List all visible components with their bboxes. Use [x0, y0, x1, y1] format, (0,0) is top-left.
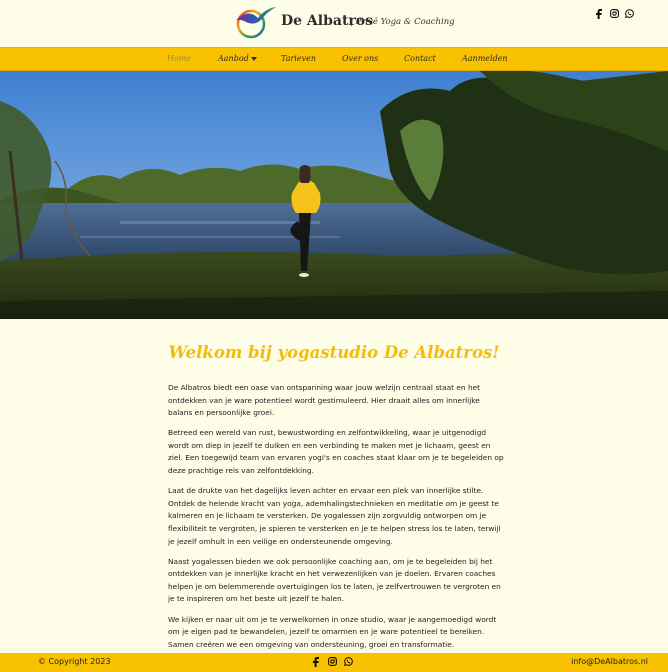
hero-image: [0, 71, 668, 319]
footer-social-links: [311, 656, 353, 667]
paragraph: Naast yogalessen bieden we ook persoonli…: [168, 556, 501, 604]
nav-item-aanbod[interactable]: Aanbod: [218, 54, 257, 63]
whatsapp-icon[interactable]: [624, 8, 634, 19]
paragraph: Laat de drukte van het dagelijks leven a…: [168, 486, 501, 546]
paragraph: We kijken er naar uit om je te verwelkom…: [168, 614, 497, 649]
instagram-icon[interactable]: [609, 8, 619, 19]
nav-item-home[interactable]: Home: [167, 54, 191, 63]
paragraph: De Albatros biedt een oase van ontspanni…: [168, 383, 481, 418]
nav-item-aanmelden[interactable]: Aanmelden: [462, 54, 508, 63]
email-link[interactable]: info@DeAlbatros.nl: [571, 657, 648, 666]
facebook-icon[interactable]: [594, 8, 604, 19]
instagram-icon[interactable]: [327, 656, 337, 667]
intro-text: De Albatros biedt een oase van ontspanni…: [168, 382, 504, 659]
header-social-links: [594, 8, 634, 19]
albatros-logo[interactable]: [234, 4, 276, 40]
whatsapp-icon[interactable]: [343, 656, 353, 667]
nav-item-tarieven[interactable]: Tarieven: [281, 54, 316, 63]
nav-item-over-ons[interactable]: Over ons: [342, 54, 378, 63]
copyright-text: © Copyright 2023: [38, 657, 111, 666]
site-header: De Albatros | Privé Yoga & Coaching: [0, 0, 668, 47]
nav-item-contact[interactable]: Contact: [404, 54, 436, 63]
brand-tagline: | Privé Yoga & Coaching: [350, 17, 455, 27]
paragraph: Betreed een wereld van rust, bewustwordi…: [168, 428, 504, 476]
page-title: Welkom bij yogastudio De Albatros!: [168, 343, 500, 362]
site-footer: © Copyright 2023 info@DeAlbatros.nl: [0, 653, 668, 672]
facebook-icon[interactable]: [311, 656, 321, 667]
caret-down-icon: [250, 57, 257, 61]
main-nav: Home Aanbod Tarieven Over ons Contact Aa…: [0, 47, 668, 71]
